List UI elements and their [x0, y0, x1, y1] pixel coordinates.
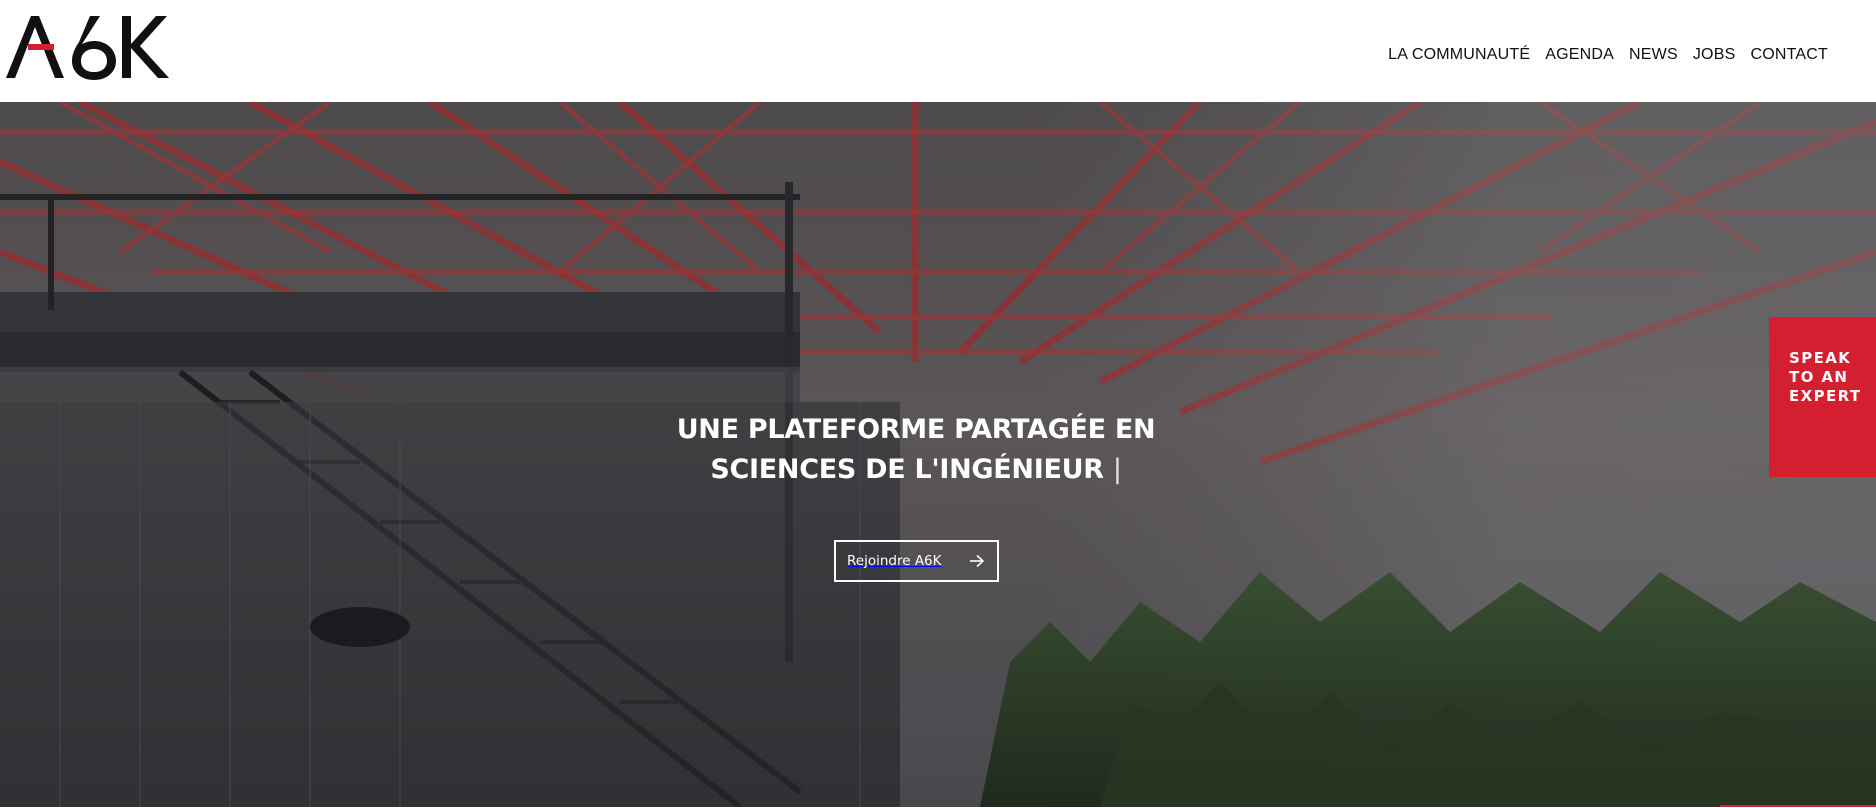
nav-item-news[interactable]: NEWS	[1629, 46, 1678, 64]
hero-headline: UNE PLATEFORME PARTAGÉE EN SCIENCES DE L…	[538, 410, 1294, 490]
nav-item-agenda[interactable]: AGENDA	[1545, 46, 1614, 64]
headline-line-2: SCIENCES DE L'INGÉNIEUR	[710, 454, 1104, 485]
nav-item-la-communaute[interactable]: LA COMMUNAUTÉ	[1388, 46, 1530, 64]
speak-to-an-expert-button[interactable]: SPEAK TO AN EXPERT	[1769, 317, 1876, 477]
hero-section: UNE PLATEFORME PARTAGÉE EN SCIENCES DE L…	[0, 102, 1876, 807]
join-a6k-button[interactable]: Rejoindre A6K	[834, 540, 999, 582]
typing-cursor: |	[1112, 454, 1122, 485]
a6k-logo	[6, 16, 169, 80]
join-a6k-button-label: Rejoindre A6K	[847, 553, 942, 569]
main-nav: LA COMMUNAUTÉ AGENDA NEWS JOBS CONTACT	[1388, 46, 1828, 64]
nav-item-jobs[interactable]: JOBS	[1693, 46, 1736, 64]
headline-line-1: UNE PLATEFORME PARTAGÉE EN	[676, 414, 1156, 445]
site-header: LA COMMUNAUTÉ AGENDA NEWS JOBS CONTACT	[0, 0, 1876, 102]
nav-item-contact[interactable]: CONTACT	[1750, 46, 1828, 64]
speak-to-an-expert-label: SPEAK TO AN EXPERT	[1789, 349, 1862, 405]
arrow-right-icon	[970, 554, 985, 568]
accent-strip	[1720, 805, 1876, 807]
